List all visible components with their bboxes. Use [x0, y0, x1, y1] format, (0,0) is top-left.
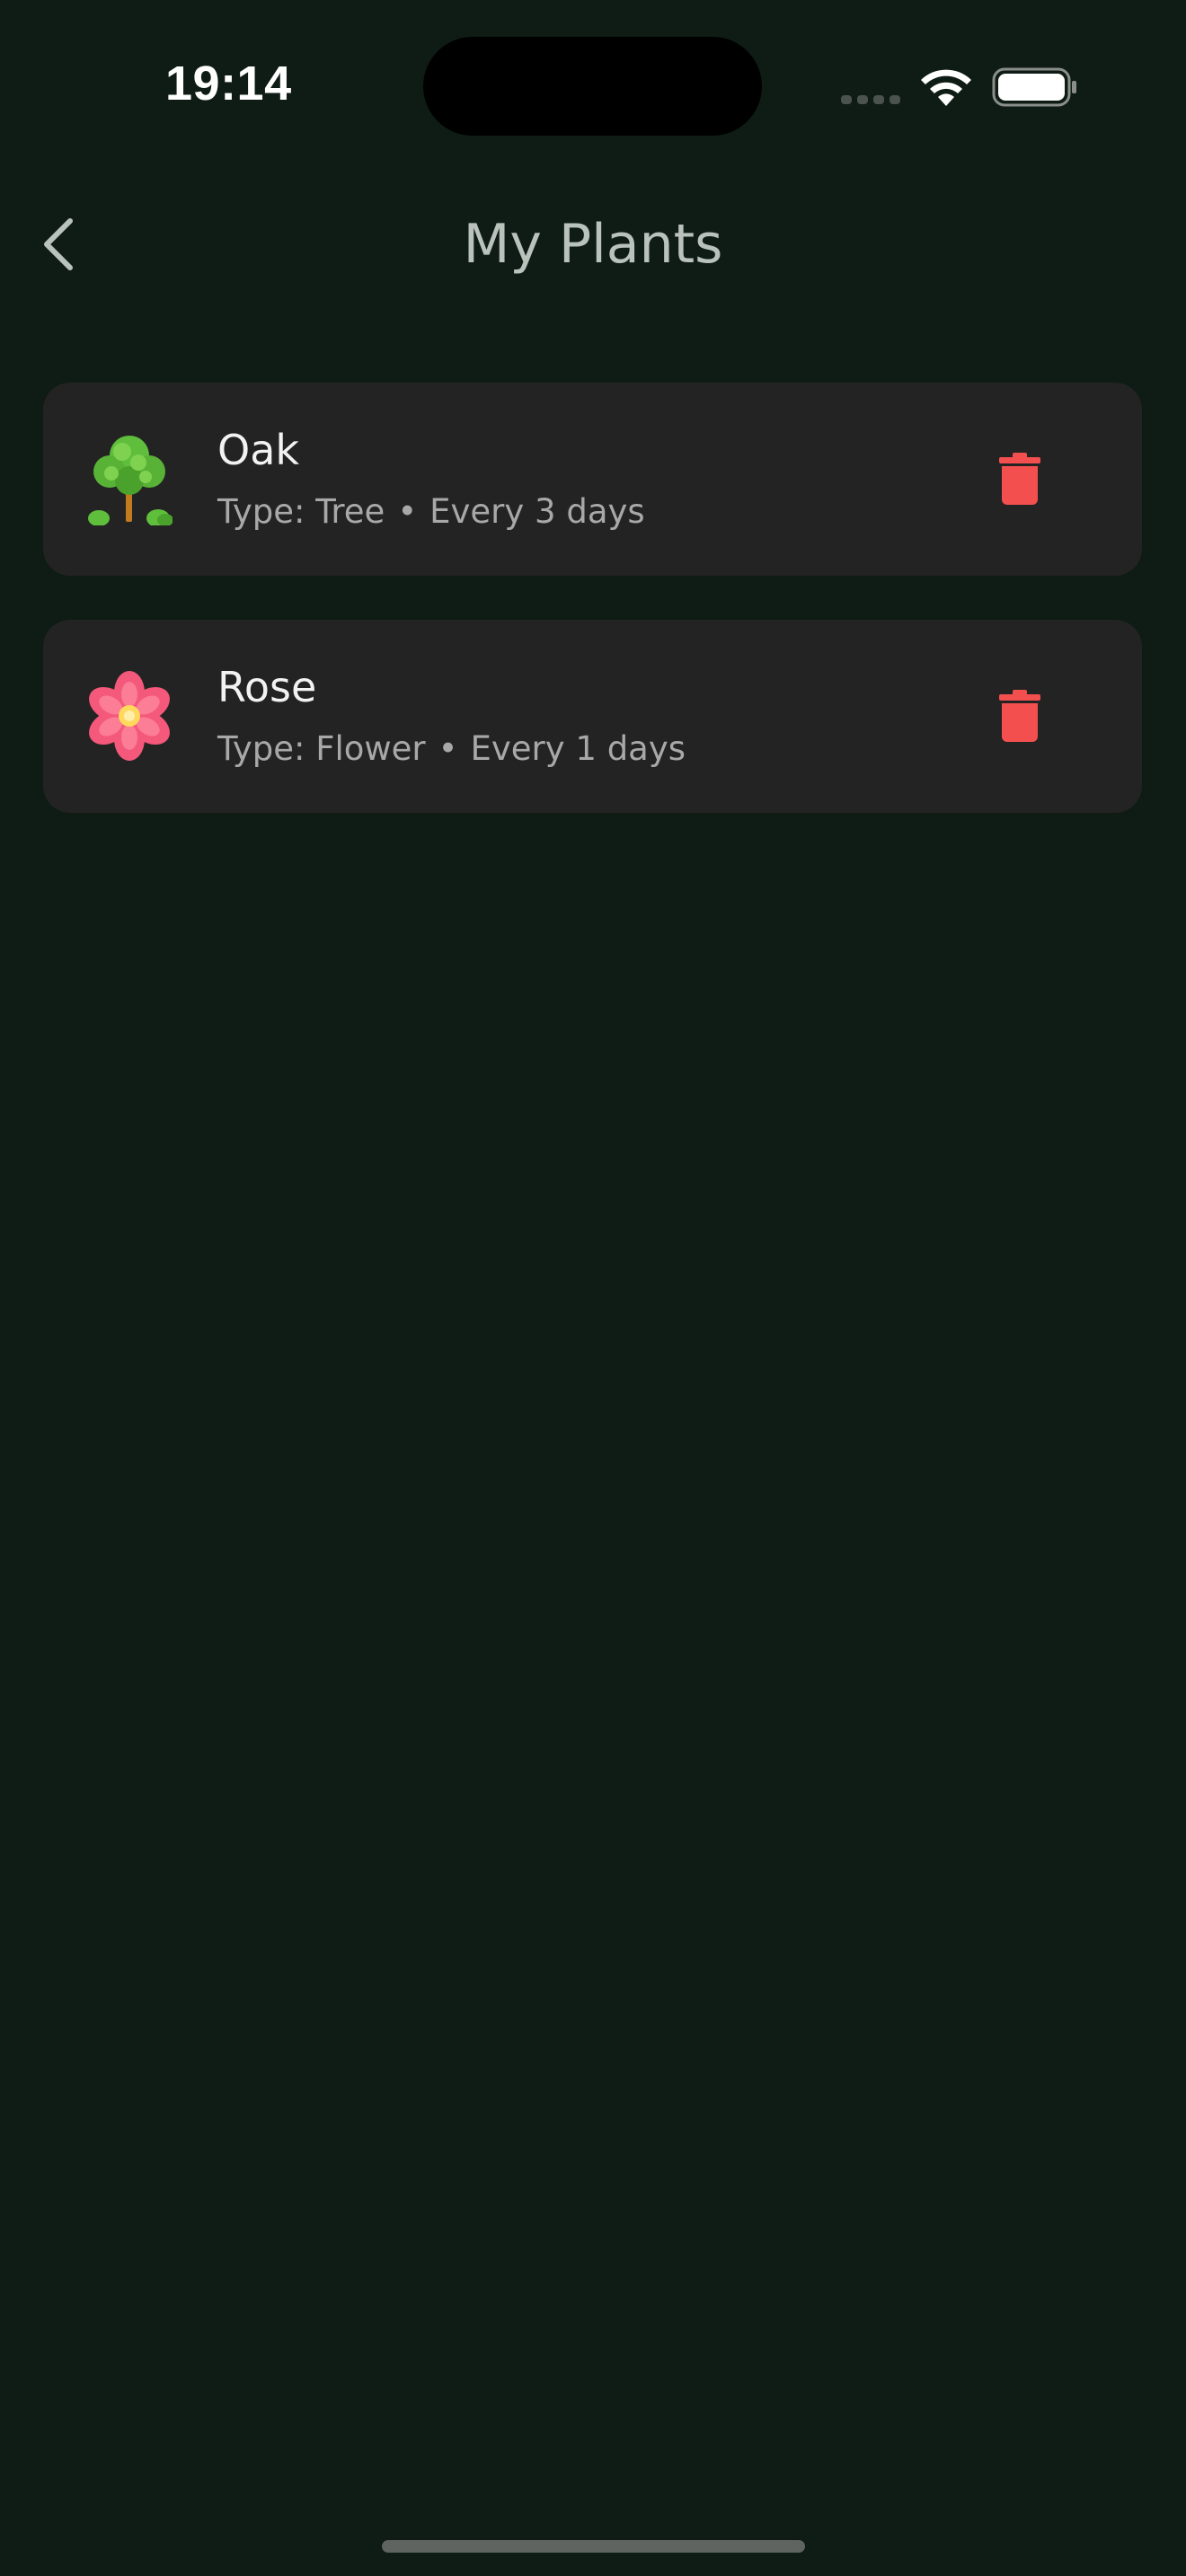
plant-type: Type: Tree [217, 492, 385, 531]
battery-icon [992, 67, 1076, 107]
plant-schedule: Every 1 days [470, 729, 686, 768]
trash-icon [999, 453, 1040, 505]
delete-button-oak[interactable] [986, 444, 1058, 516]
plant-card-rose[interactable]: Rose Type: Flower • Every 1 days [43, 620, 1142, 813]
plant-card-oak[interactable]: Oak Type: Tree • Every 3 days [43, 383, 1142, 576]
plant-meta: Type: Tree • Every 3 days [217, 492, 645, 531]
home-indicator[interactable] [382, 2540, 805, 2553]
dynamic-island [423, 37, 762, 136]
delete-button-rose[interactable] [986, 681, 1058, 753]
plants-screen: 19:14 My Plants Oak Type: Tree • Every 3… [0, 0, 1186, 2576]
plant-name: Rose [217, 663, 317, 711]
meta-separator: • [397, 492, 418, 531]
plant-name: Oak [217, 426, 300, 474]
signal-dots-icon [841, 95, 900, 104]
status-time: 19:14 [165, 57, 292, 110]
page-title: My Plants [463, 213, 723, 276]
meta-separator: • [438, 729, 458, 768]
wifi-icon [921, 69, 971, 106]
plant-type: Type: Flower [217, 729, 426, 768]
plant-schedule: Every 3 days [429, 492, 645, 531]
trash-icon [999, 690, 1040, 742]
flower-icon [89, 671, 170, 761]
plant-meta: Type: Flower • Every 1 days [217, 729, 686, 768]
tree-icon [88, 436, 173, 525]
